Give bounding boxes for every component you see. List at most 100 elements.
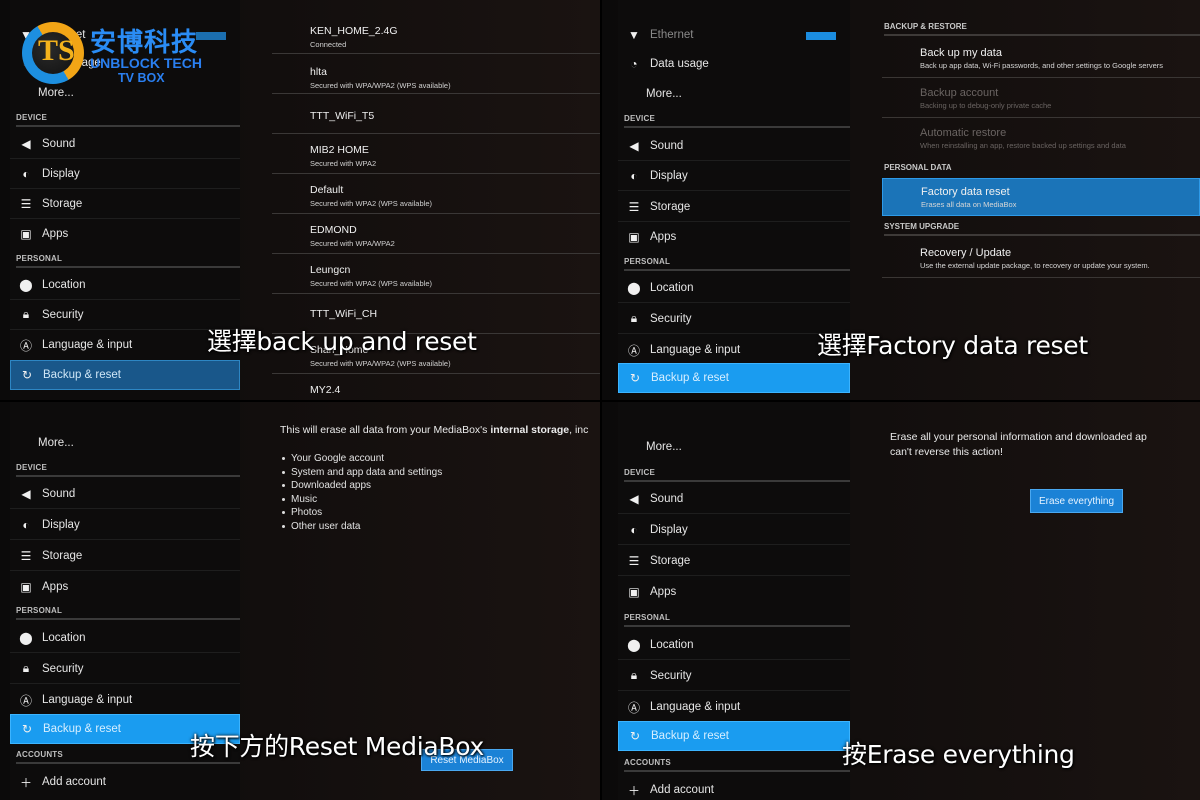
plus-icon: ＋ (627, 783, 640, 798)
erase-everything-button[interactable]: Erase everything (1030, 489, 1123, 513)
sidebar-item-sound[interactable]: ◀ Sound (10, 479, 240, 509)
sidebar-item-display[interactable]: ◐ Display (10, 510, 240, 540)
speaker-icon: ◀ (629, 138, 639, 153)
caption-step1: 選擇back up and reset (207, 327, 477, 356)
erase-warning-text: This will erase all data from your Media… (280, 424, 589, 436)
setting-factory-data-reset[interactable]: Factory data reset Erases all data on Me… (882, 178, 1200, 216)
display-icon: ◐ (22, 517, 30, 532)
sidebar-item-more[interactable]: More... (10, 428, 240, 458)
wifi-network-item[interactable]: KEN_HOME_2.4G Connected (272, 14, 600, 54)
speaker-icon: ◀ (629, 491, 639, 506)
sidebar-item-more[interactable]: More... (618, 432, 850, 462)
sidebar-item-location[interactable]: ⬤ Location (618, 630, 850, 660)
sidebar-item-more[interactable]: More... (618, 79, 850, 109)
sidebar-item-backup-reset[interactable]: ↻ Backup & reset (10, 360, 240, 390)
plus-icon: ＋ (19, 775, 32, 790)
sidebar-item-security[interactable]: 🔒︎ Security (618, 304, 850, 334)
sidebar-item-apps[interactable]: ▣ Apps (10, 572, 240, 602)
sidebar-item-display[interactable]: ◐ Display (618, 515, 850, 545)
sidebar-item-display[interactable]: ◐ Display (10, 159, 240, 189)
display-icon: ◐ (630, 168, 638, 183)
step4-panel: More... DEVICE ◀ Sound ◐ Display ☰ Storage … (600, 400, 1200, 800)
location-pin-icon: ⬤ (19, 630, 33, 645)
sidebar-item-storage[interactable]: ☰ Storage (618, 192, 850, 222)
ethernet-toggle[interactable] (806, 32, 836, 40)
sidebar-item-storage[interactable]: ☰ Storage (10, 189, 240, 219)
sidebar-item-security[interactable]: 🔒︎ Security (10, 654, 240, 684)
sidebar-item-data-usage[interactable]: ◔ Data usage (618, 49, 850, 79)
list-item: Photos (282, 506, 442, 520)
lock-icon: 🔒︎ (630, 311, 638, 325)
location-pin-icon: ⬤ (19, 277, 33, 292)
list-item: Downloaded apps (282, 479, 442, 493)
erase-confirm-text: Erase all your personal information and … (890, 431, 1147, 458)
keyboard-icon: Ⓐ (627, 343, 640, 358)
keyboard-icon: Ⓐ (19, 693, 32, 708)
wifi-network-item[interactable]: EDMOND Secured with WPA/WPA2 (272, 214, 600, 254)
sidebar-item-language[interactable]: Ⓐ Language & input (10, 330, 240, 360)
wifi-network-item[interactable]: MIB2 HOME Secured with WPA2 (272, 134, 600, 174)
sidebar-item-storage[interactable]: ☰ Storage (618, 546, 850, 576)
speaker-icon: ◀ (21, 486, 31, 501)
sidebar-item-ethernet[interactable]: ▼ Ethernet (618, 20, 850, 50)
backup-restore-icon: ↻ (21, 368, 33, 382)
sidebar-item-location[interactable]: ⬤ Location (10, 270, 240, 300)
sidebar-item-language[interactable]: Ⓐ Language & input (618, 335, 850, 365)
location-pin-icon: ⬤ (627, 637, 641, 652)
section-header-accounts: ACCOUNTS (624, 758, 850, 772)
setting-backup-my-data[interactable]: Back up my data Back up app data, Wi-Fi … (882, 40, 1200, 78)
apps-icon: ▣ (20, 227, 32, 241)
sidebar-item-language[interactable]: Ⓐ Language & input (10, 685, 240, 715)
sidebar-item-add-account[interactable]: ＋ Add account (10, 767, 240, 797)
sidebar-item-security[interactable]: 🔒︎ Security (618, 661, 850, 691)
wifi-network-item[interactable]: hlta Secured with WPA/WPA2 (WPS availabl… (272, 54, 600, 94)
sidebar-item-add-account[interactable]: ＋ Add account (618, 775, 850, 800)
location-pin-icon: ⬤ (627, 280, 641, 295)
ethernet-icon: ▼ (628, 28, 640, 42)
sidebar-item-apps[interactable]: ▣ Apps (618, 577, 850, 607)
sidebar-item-location[interactable]: ⬤ Location (618, 273, 850, 303)
speaker-icon: ◀ (21, 136, 31, 151)
section-header-device: DEVICE (624, 468, 850, 482)
sidebar-item-apps[interactable]: ▣ Apps (10, 219, 240, 249)
sidebar-item-location[interactable]: ⬤ Location (10, 623, 240, 653)
apps-icon: ▣ (20, 580, 32, 594)
wifi-network-item[interactable]: Default Secured with WPA2 (WPS available… (272, 174, 600, 214)
step1-panel: ▼ Ethernet ◔ Data usage More... DEVICE ◀… (0, 0, 600, 400)
section-header-personal: PERSONAL (624, 257, 850, 271)
storage-icon: ☰ (628, 553, 640, 568)
sidebar-item-storage[interactable]: ☰ Storage (10, 541, 240, 571)
storage-icon: ☰ (628, 199, 640, 214)
backup-restore-icon: ↻ (21, 722, 33, 736)
storage-icon: ☰ (20, 196, 32, 211)
setting-recovery-update[interactable]: Recovery / Update Use the external updat… (882, 240, 1200, 278)
step3-panel: More... DEVICE ◀ Sound ◐ Display ☰ Storage … (0, 400, 600, 800)
backup-restore-icon: ↻ (629, 729, 641, 743)
storage-icon: ☰ (20, 548, 32, 563)
sidebar-item-display[interactable]: ◐ Display (618, 161, 850, 191)
sidebar-item-sound[interactable]: ◀ Sound (10, 129, 240, 159)
setting-automatic-restore: Automatic restore When reinstalling an a… (920, 127, 1126, 150)
caption-step4: 按Erase everything (842, 740, 1075, 769)
sidebar-item-sound[interactable]: ◀ Sound (618, 131, 850, 161)
section-header-personal: PERSONAL (16, 606, 240, 620)
wifi-network-item[interactable]: TTT_WiFi_T5 (272, 94, 600, 134)
watermark-logo: TS 安博科技 UNBLOCK TECH TV BOX (22, 20, 202, 90)
wifi-network-item[interactable]: MY2.4 (272, 374, 600, 400)
display-icon: ◐ (630, 522, 638, 537)
sidebar-item-sound[interactable]: ◀ Sound (618, 484, 850, 514)
section-header-personal-data: PERSONAL DATA (884, 163, 952, 172)
list-item: Your Google account (282, 452, 442, 466)
sidebar-item-apps[interactable]: ▣ Apps (618, 222, 850, 252)
setting-backup-account: Backup account Backing up to debug-only … (882, 80, 1200, 118)
sidebar-item-language[interactable]: Ⓐ Language & input (618, 692, 850, 722)
sidebar-item-backup-reset[interactable]: ↻ Backup & reset (618, 363, 850, 393)
sidebar-item-backup-reset[interactable]: ↻ Backup & reset (618, 721, 850, 751)
sidebar-item-security[interactable]: 🔒︎ Security (10, 300, 240, 330)
section-header-device: DEVICE (16, 463, 240, 477)
section-header-personal: PERSONAL (624, 613, 850, 627)
section-header-personal: PERSONAL (16, 254, 240, 268)
display-icon: ◐ (22, 166, 30, 181)
wifi-network-item[interactable]: Leungcn Secured with WPA2 (WPS available… (272, 254, 600, 294)
settings-sidebar: ▼ Ethernet ◔ Data usage More... DEVICE ◀… (618, 0, 850, 400)
